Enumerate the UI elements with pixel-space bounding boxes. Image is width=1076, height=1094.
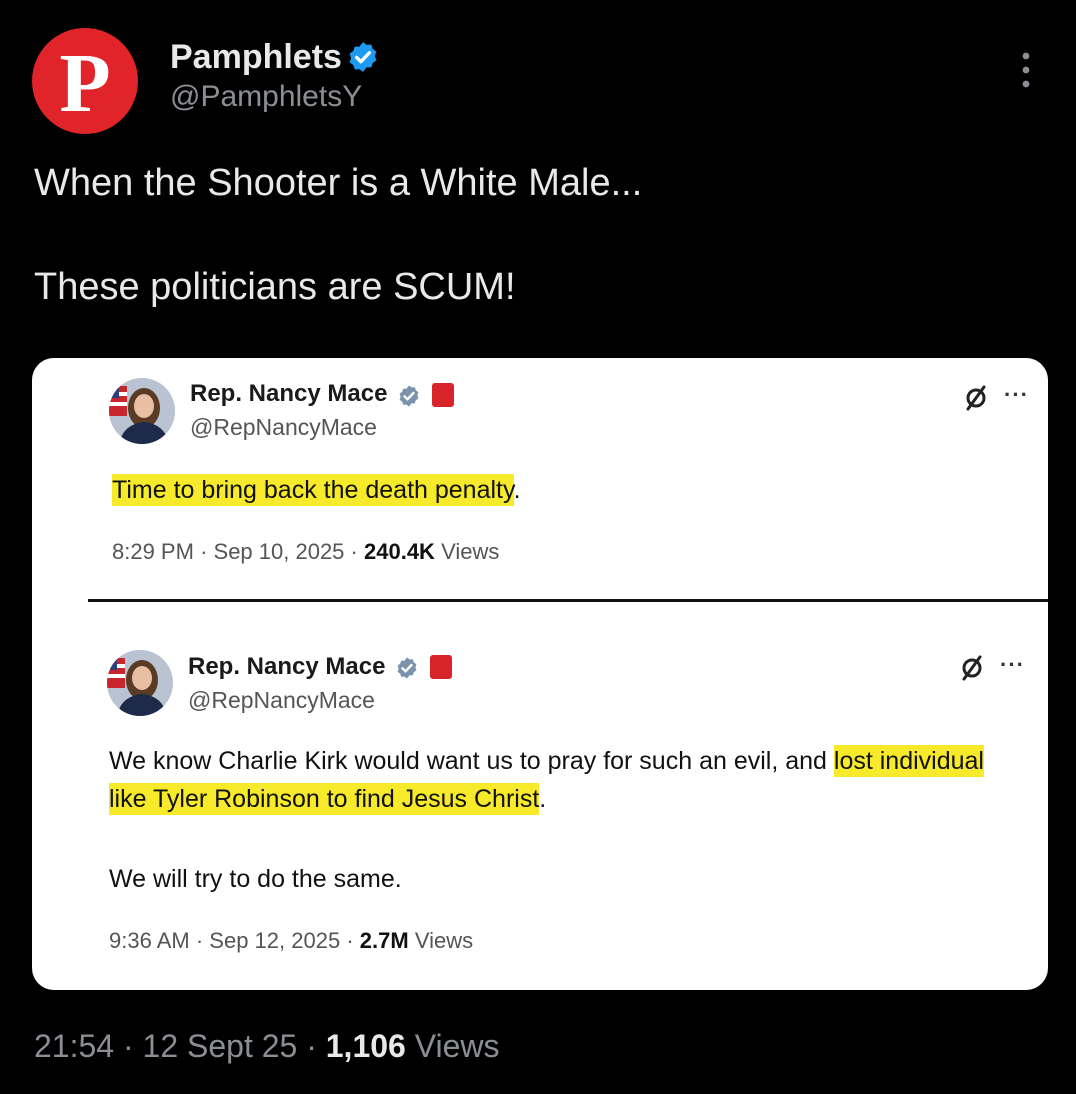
government-badge-icon [430,655,452,679]
quoted-views-label: Views [441,539,500,564]
verified-badge-icon [349,42,377,72]
avatar-letter: P [59,37,111,130]
quoted-tweet-meta: 9:36 AM · Sep 12, 2025 · 2.7M Views [109,928,473,954]
quoted-author-name: Rep. Nancy Mace [188,653,386,680]
grok-icon [966,385,986,411]
quoted-views-count: 2.7M [359,928,409,953]
author-name[interactable]: Pamphlets [170,38,342,77]
quoted-date: Sep 12, 2025 [209,928,341,953]
quoted-author-handle: @RepNancyMace [190,414,377,440]
separator: · [200,539,208,564]
post-views-count[interactable]: 1,106 [326,1028,406,1064]
author-handle[interactable]: @PamphletsY [170,80,362,114]
post-views-label[interactable]: Views [415,1028,500,1064]
separator: · [195,928,204,953]
quoted-tweet-meta: 8:29 PM · Sep 10, 2025 · 240.4K Views [112,539,499,565]
quoted-time: 9:36 AM [109,928,190,953]
post-text-line: These politicians are SCUM! [34,266,516,308]
more-options-icon: ··· [1004,382,1029,407]
separator: · [306,1028,317,1064]
more-options-icon[interactable] [1018,50,1034,90]
more-options-icon: ··· [1000,652,1025,677]
quoted-tweet-text-second: We will try to do the same. [109,865,402,893]
separator: · [122,1028,134,1064]
post-text: When the Shooter is a White Male... Thes… [34,157,1034,313]
post-time[interactable]: 21:54 [34,1028,114,1064]
attached-image[interactable]: Rep. Nancy Mace @RepNancyMace ··· Time t… [32,358,1048,990]
quoted-views-count: 240.4K [364,539,435,564]
quoted-author-avatar [107,650,173,716]
separator: · [346,928,354,953]
quoted-tweet-text: Time to bring back the death penalty. [112,471,1012,509]
quoted-date: Sep 10, 2025 [213,539,345,564]
separator: · [350,539,358,564]
quoted-author-avatar [109,378,175,444]
quoted-text-plain: . [539,785,547,813]
post-text-line: When the Shooter is a White Male... [34,162,643,204]
quoted-tweet-text: We know Charlie Kirk would want us to pr… [109,742,1009,818]
verified-badge-icon [399,385,419,407]
post-date[interactable]: 12 Sept 25 [143,1028,298,1064]
highlighted-text: Time to bring back the death penalty [112,474,514,506]
quoted-author-name: Rep. Nancy Mace [190,380,388,407]
grok-icon [962,655,982,681]
verified-badge-icon [397,657,417,679]
quoted-text-plain: . [513,476,521,504]
government-badge-icon [432,383,454,407]
quoted-author-handle: @RepNancyMace [188,687,375,713]
post-meta: 21:54 · 12 Sept 25 · 1,106 Views [34,1028,500,1065]
quoted-time: 8:29 PM [112,539,194,564]
quoted-views-label: Views [414,928,474,953]
divider [88,599,1048,602]
author-avatar[interactable]: P [32,28,138,134]
quoted-text-plain: We know Charlie Kirk would want us to pr… [109,747,834,775]
